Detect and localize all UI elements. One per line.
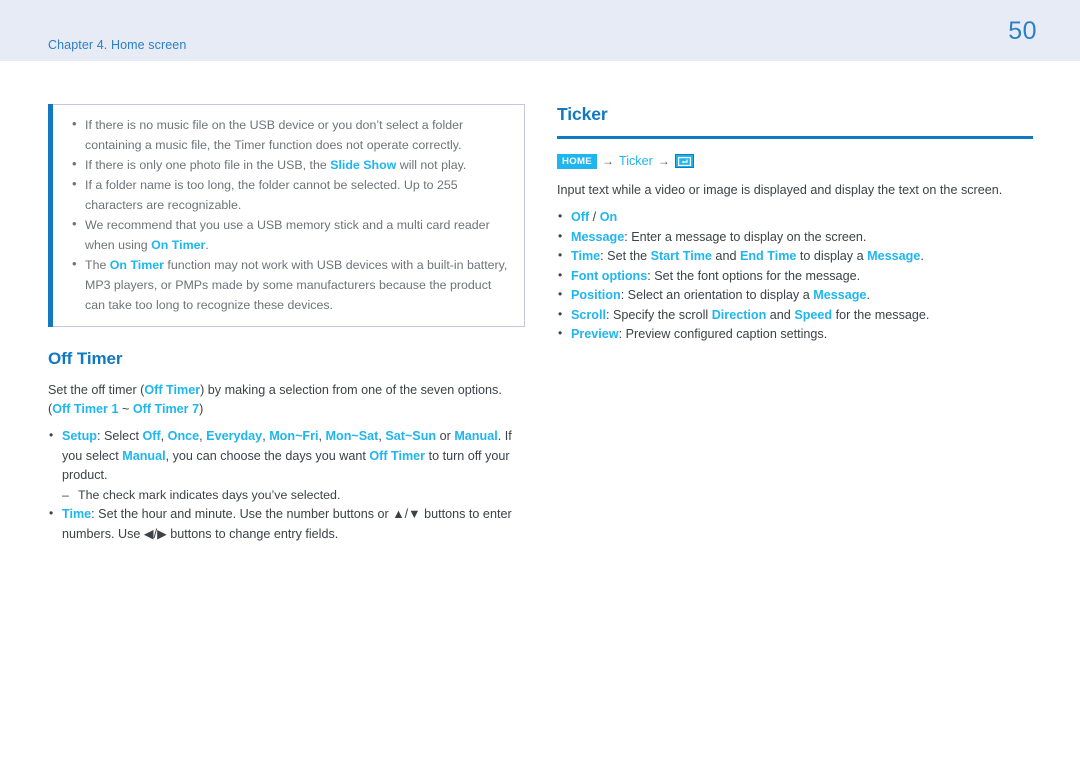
emphasis-term: Message [571,229,625,244]
emphasis-term: Everyday [206,429,263,443]
text-run: , you can choose the days you want [165,448,370,463]
emphasis-term: Message [813,288,867,302]
note-list: If there is no music file on the USB dev… [70,114,510,315]
enter-key-icon [674,154,694,168]
text-run: : Select an orientation to display a [620,288,814,302]
text-run: . [920,249,924,263]
text-run: ~ [118,402,133,416]
emphasis-term: Time [62,507,92,521]
note-list-item: If there is no music file on the USB dev… [70,114,510,155]
breadcrumb-arrow-icon: → [601,154,614,168]
text-run: , [160,429,168,443]
bullet-item: Scroll: Specify the scroll Direction and… [557,305,1033,326]
emphasis-term: Setup [62,429,97,443]
text-run: We recommend that you use a USB memory s… [85,218,490,252]
emphasis-term: Slide Show [330,158,397,172]
right-column: Ticker HOME → Ticker → Input text while … [557,104,1033,345]
text-run: If there is only one photo file in the U… [85,158,331,172]
text-run: for the message. [832,307,930,322]
bullet-text: Setup: Select Off, Once, Everyday, Mon~F… [62,429,512,482]
note-list-item: The On Timer function may not work with … [70,254,510,315]
left-column: If there is no music file on the USB dev… [48,104,525,544]
emphasis-term: Scroll [571,307,606,322]
text-run: , [318,429,326,443]
emphasis-term: Manual [454,429,498,443]
emphasis-term: Off Timer 7 [132,402,200,416]
note-list-item: If a folder name is too long, the folder… [70,174,510,215]
bullet-item: Preview: Preview configured caption sett… [557,324,1033,345]
off-timer-bullet-list: Setup: Select Off, Once, Everyday, Mon~F… [48,426,525,544]
text-run: will not play. [396,158,467,172]
breadcrumb-home-badge[interactable]: HOME [557,153,597,169]
emphasis-term: End Time [739,249,797,263]
emphasis-term: Time [571,249,601,263]
text-run: The [85,258,110,272]
emphasis-term: On Timer [151,238,206,252]
emphasis-term: Off Timer [369,448,426,463]
emphasis-term: Mon~Sat [325,429,379,443]
emphasis-term: Start Time [650,249,712,263]
text-run: : Preview configured caption settings. [618,327,828,341]
text-run: The check mark indicates days you’ve sel… [78,487,341,502]
text-run: : Enter a message to display on the scre… [624,229,867,244]
text-run: : Set the [600,249,651,263]
bullet-item: Message: Enter a message to display on t… [557,227,1033,248]
text-run: If a folder name is too long, the folder… [85,178,458,212]
text-run: : Set the hour and minute. Use the numbe… [62,507,512,541]
text-run: : Set the font options for the message. [647,268,861,283]
bullet-item: Time: Set the Start Time and End Time to… [557,246,1033,267]
text-run: : Select [96,429,143,443]
emphasis-term: Once [167,429,200,443]
emphasis-term: Off [142,429,161,443]
breadcrumb: HOME → Ticker → [557,153,1033,169]
emphasis-term: Speed [794,307,833,322]
chapter-label: Chapter 4. Home screen [48,38,187,52]
note-list-item: We recommend that you use a USB memory s… [70,214,510,255]
text-run: or [436,429,455,443]
text-run: . [205,238,209,252]
bullet-item: Time: Set the hour and minute. Use the n… [48,504,525,544]
emphasis-term: Message [867,249,921,263]
bullet-item: Setup: Select Off, Once, Everyday, Mon~F… [48,426,525,506]
note-list-item: If there is only one photo file in the U… [70,154,510,175]
breadcrumb-item-ticker[interactable]: Ticker [619,154,653,168]
note-box: If there is no music file on the USB dev… [48,104,525,327]
bullet-item: Font options: Set the font options for t… [557,266,1033,287]
emphasis-term: Preview [571,327,619,341]
text-run: Set the off timer ( [48,383,145,397]
text-run: . [866,288,870,302]
bullet-item: Off / On [557,207,1033,228]
text-run: and [711,249,740,263]
note-box-accent-bar [48,104,53,327]
emphasis-term: Direction [711,307,767,322]
off-timer-intro-paragraph: Set the off timer (Off Timer) by making … [48,381,525,419]
bullet-item: Position: Select an orientation to displ… [557,285,1033,306]
ticker-intro-paragraph: Input text while a video or image is dis… [557,183,1003,197]
emphasis-term: Sat~Sun [385,429,437,443]
emphasis-term: Off Timer [144,383,201,397]
emphasis-term: Off [571,210,590,224]
sub-bullet-list: The check mark indicates days you’ve sel… [62,486,525,506]
sub-bullet-item: The check mark indicates days you’ve sel… [62,486,525,506]
text-run: to display a [796,249,868,263]
text-run: If there is no music file on the USB dev… [85,118,464,152]
emphasis-term: On Timer [109,258,164,272]
text-run: and [766,307,795,322]
breadcrumb-arrow-icon-2: → [657,154,670,168]
bullet-text: Time: Set the hour and minute. Use the n… [62,507,512,541]
emphasis-term: On [599,210,618,224]
section-heading-ticker: Ticker [557,104,1033,139]
emphasis-term: Manual [122,448,166,463]
emphasis-term: Position [571,288,621,302]
text-run: / [589,210,600,224]
ticker-bullet-list: Off / OnMessage: Enter a message to disp… [557,207,1033,345]
text-run: ) [199,402,204,416]
section-heading-off-timer: Off Timer [48,349,123,368]
emphasis-term: Mon~Fri [269,429,319,443]
emphasis-term: Font options [571,268,648,283]
text-run: : Specify the scroll [606,307,712,322]
emphasis-term: Off Timer 1 [52,402,119,416]
page-number: 50 [1008,17,1037,45]
